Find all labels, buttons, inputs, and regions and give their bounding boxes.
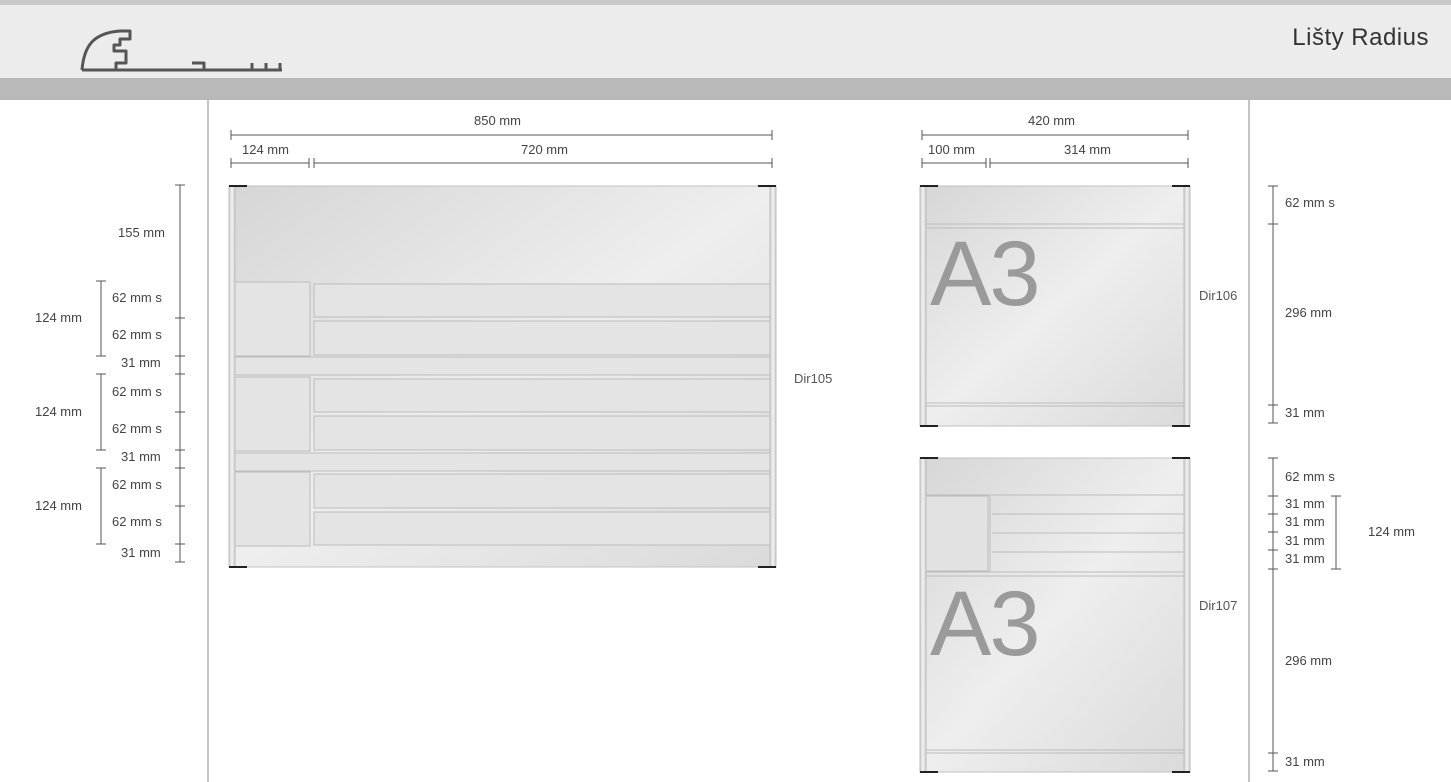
dir105-height-top: 155 mm	[118, 225, 165, 240]
dir107-row-3: 31 mm	[1285, 533, 1325, 548]
dir107-row-1: 31 mm	[1285, 496, 1325, 511]
dir105-width-left: 124 mm	[242, 142, 289, 157]
dir107-row-4: 31 mm	[1285, 551, 1325, 566]
dir107-code: Dir107	[1199, 598, 1238, 613]
dir107-row-2: 31 mm	[1285, 514, 1325, 529]
dir105-row3-gap: 31 mm	[121, 545, 161, 560]
sign-dir105	[228, 185, 777, 568]
dir107-height-group: 124 mm	[1368, 524, 1415, 539]
dir106-code: Dir106	[1199, 288, 1238, 303]
dir106-height-top: 62 mm s	[1285, 195, 1335, 210]
a3-format-mark-dir106: A3	[930, 223, 1041, 325]
dir107-height-bottom: 31 mm	[1285, 754, 1325, 769]
dir106-height-mid: 296 mm	[1285, 305, 1332, 320]
dir106-width-total: 420 mm	[1028, 113, 1075, 128]
dir105-row3-a: 62 mm s	[112, 477, 162, 492]
dir106-height-bottom: 31 mm	[1285, 405, 1325, 420]
dir105-row2-a: 62 mm s	[112, 384, 162, 399]
dir107-height-mid: 296 mm	[1285, 653, 1332, 668]
dir105-row1-group: 124 mm	[35, 310, 82, 325]
dir105-row2-group: 124 mm	[35, 404, 82, 419]
dir105-row3-b: 62 mm s	[112, 514, 162, 529]
dir105-width-total: 850 mm	[474, 113, 521, 128]
technical-drawing	[96, 130, 1341, 773]
dir105-width-right: 720 mm	[521, 142, 568, 157]
dir105-row2-b: 62 mm s	[112, 421, 162, 436]
dir105-row3-group: 124 mm	[35, 498, 82, 513]
a3-format-mark-dir107: A3	[930, 573, 1041, 675]
dir105-row2-gap: 31 mm	[121, 449, 161, 464]
dir107-height-top: 62 mm s	[1285, 469, 1335, 484]
dir106-width-left: 100 mm	[928, 142, 975, 157]
dir106-width-right: 314 mm	[1064, 142, 1111, 157]
dir105-row1-a: 62 mm s	[112, 290, 162, 305]
dir105-row1-gap: 31 mm	[121, 355, 161, 370]
dir105-row1-b: 62 mm s	[112, 327, 162, 342]
dir105-code: Dir105	[794, 371, 833, 386]
